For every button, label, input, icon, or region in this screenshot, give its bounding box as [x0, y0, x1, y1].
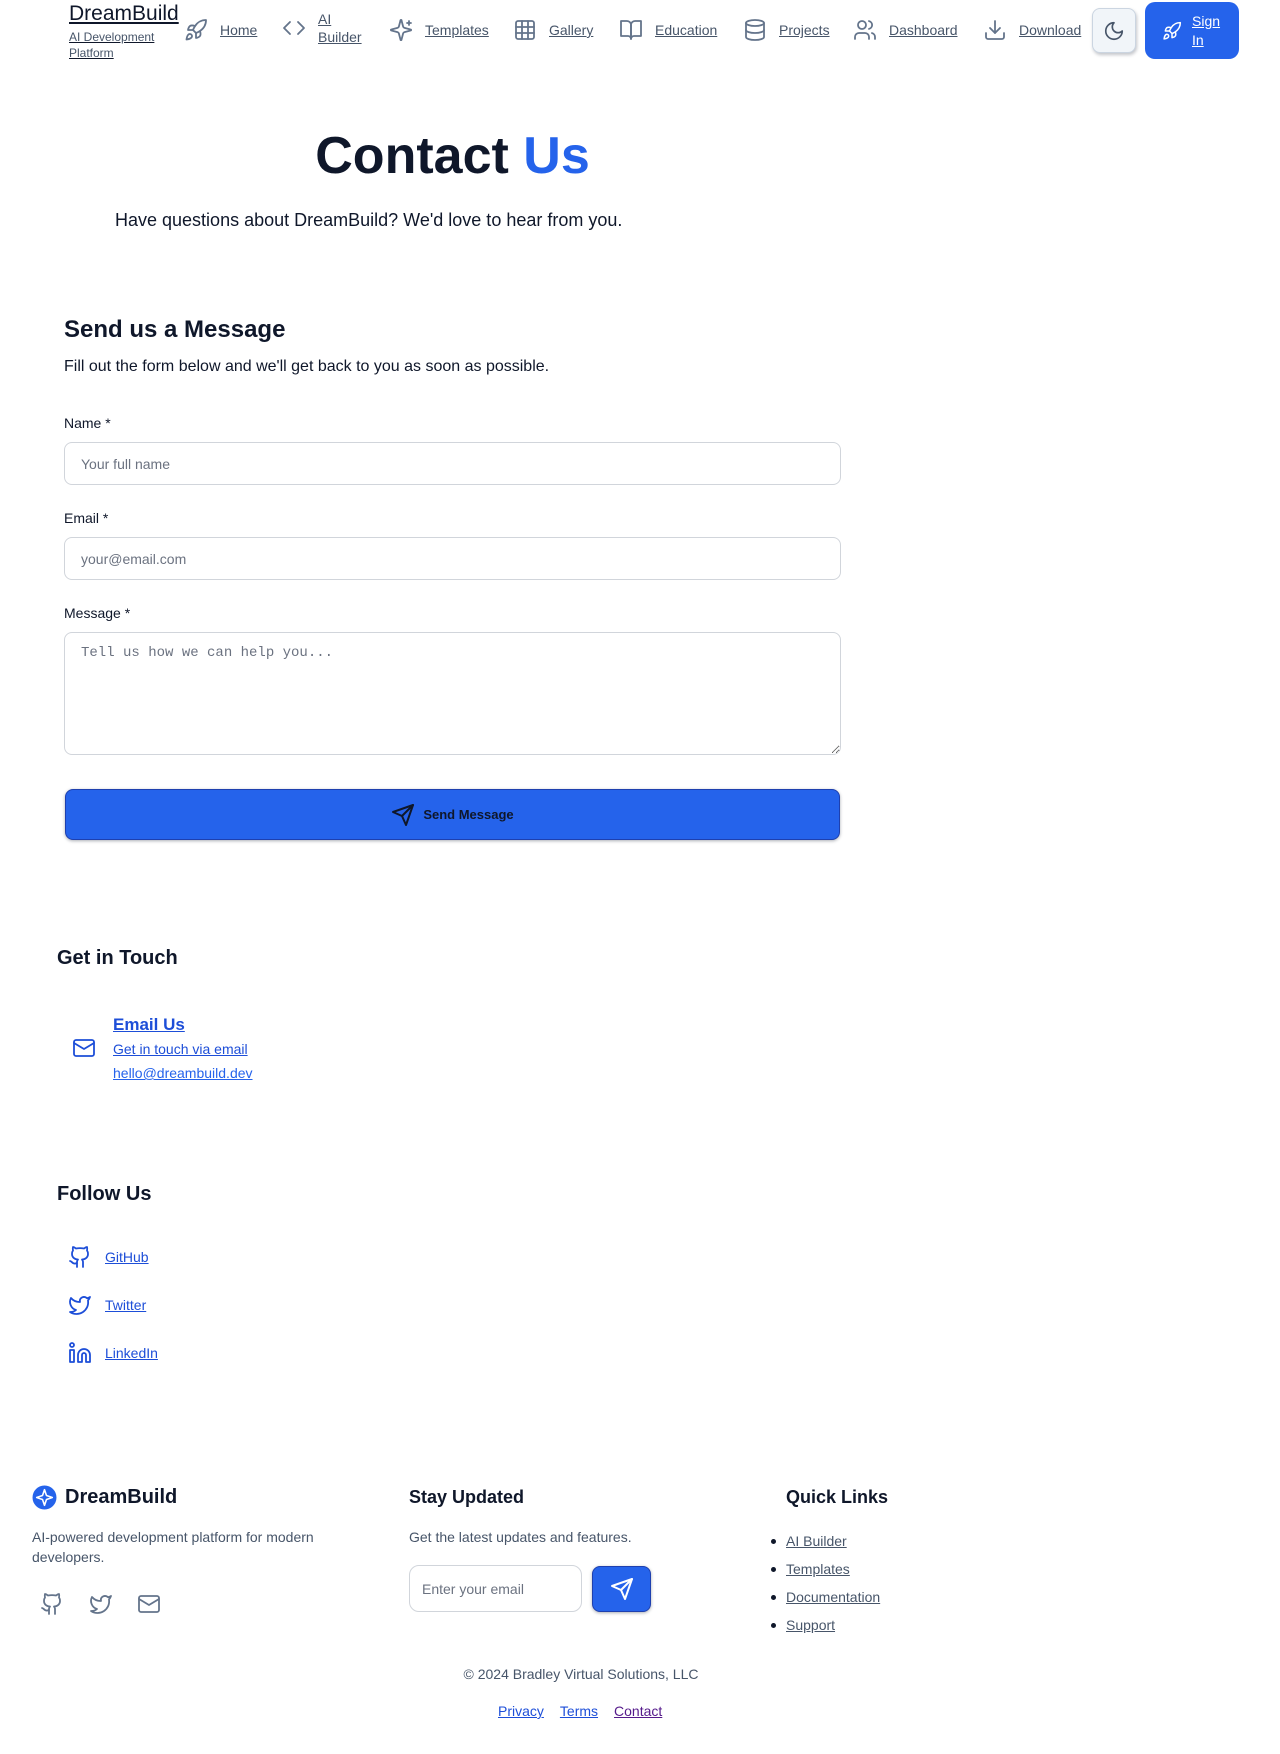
footer-twitter-link[interactable] [89, 1592, 113, 1616]
book-open-icon [619, 18, 643, 42]
contact-link[interactable]: Contact [614, 1703, 662, 1719]
message-textarea[interactable] [64, 632, 841, 755]
page-subtitle: Have questions about DreamBuild? We'd lo… [115, 210, 623, 230]
newsletter-title: Stay Updated [409, 1487, 525, 1507]
email-input[interactable] [64, 537, 841, 580]
nav-templates-label: Templates [425, 22, 489, 38]
send-message-label: Send Message [423, 807, 514, 822]
sign-in-button[interactable]: Sign In [1145, 2, 1239, 59]
follow-us-title: Follow Us [57, 1183, 152, 1205]
quick-link-ai-builder[interactable]: AI Builder [786, 1533, 847, 1549]
nav-download[interactable]: Download [983, 18, 1081, 42]
twitter-link[interactable]: Twitter [68, 1293, 146, 1317]
github-link[interactable]: GitHub [68, 1245, 149, 1269]
list-item: Support [770, 1611, 880, 1639]
page-title: Contact Us [0, 123, 905, 189]
contact-email-link[interactable]: hello@dreambuild.dev [113, 1065, 253, 1081]
github-icon [40, 1592, 64, 1616]
email-us-description[interactable]: Get in touch via email [113, 1041, 248, 1057]
copyright-text: © 2024 Bradley Virtual Solutions, LLC [463, 1666, 699, 1682]
send-icon [391, 803, 415, 827]
rocket-icon [184, 18, 208, 42]
grid-icon [513, 18, 537, 42]
quick-links-title: Quick Links [786, 1487, 889, 1507]
footer-github-link[interactable] [40, 1592, 64, 1616]
brand-logo-icon [32, 1485, 57, 1510]
form-description: Fill out the form below and we'll get ba… [64, 358, 550, 375]
brand-name: DreamBuild [69, 2, 179, 25]
list-item: AI Builder [770, 1527, 880, 1555]
nav-gallery[interactable]: Gallery [513, 18, 593, 42]
nav-dashboard-label: Dashboard [889, 22, 958, 38]
linkedin-label: LinkedIn [105, 1345, 158, 1361]
twitter-label: Twitter [105, 1297, 147, 1313]
get-in-touch-title: Get in Touch [57, 947, 178, 969]
users-icon [853, 18, 877, 42]
nav-ai-builder-label: AI Builder [318, 11, 362, 45]
terms-link[interactable]: Terms [560, 1703, 598, 1719]
moon-icon [1103, 20, 1125, 42]
twitter-icon [68, 1293, 92, 1317]
nav-education[interactable]: Education [619, 18, 717, 42]
send-icon [610, 1577, 634, 1601]
page-title-main: Contact [315, 127, 509, 185]
brand-link[interactable]: DreamBuild AI Development Platform [69, 2, 179, 61]
name-input[interactable] [64, 442, 841, 485]
linkedin-link[interactable]: LinkedIn [68, 1341, 158, 1365]
form-title: Send us a Message [64, 316, 286, 343]
quick-link-support[interactable]: Support [786, 1617, 835, 1633]
quick-link-templates[interactable]: Templates [786, 1561, 850, 1577]
nav-templates[interactable]: Templates [389, 18, 489, 42]
nav-download-label: Download [1019, 22, 1082, 38]
nav-ai-builder[interactable]: AI Builder [282, 10, 364, 46]
quick-links-list: AI Builder Templates Documentation Suppo… [770, 1527, 880, 1639]
nav-projects-label: Projects [779, 22, 830, 38]
footer-brand-name: DreamBuild [65, 1486, 178, 1508]
newsletter-submit-button[interactable] [592, 1566, 651, 1612]
footer-description: AI-powered development platform for mode… [32, 1529, 314, 1565]
code-icon [282, 16, 306, 40]
theme-toggle-button[interactable] [1092, 8, 1136, 53]
quick-link-documentation[interactable]: Documentation [786, 1589, 880, 1605]
linkedin-icon [68, 1341, 92, 1365]
nav-home[interactable]: Home [184, 18, 257, 42]
github-icon [68, 1245, 92, 1269]
nav-education-label: Education [655, 22, 718, 38]
newsletter-email-input[interactable] [409, 1565, 582, 1612]
page-title-accent: Us [523, 127, 590, 185]
send-message-button[interactable]: Send Message [65, 789, 840, 840]
download-icon [983, 18, 1007, 42]
nav-projects[interactable]: Projects [743, 18, 830, 42]
footer-mail-link[interactable] [137, 1592, 161, 1616]
database-icon [743, 18, 767, 42]
brand-tagline: AI Development Platform [69, 30, 155, 60]
github-label: GitHub [105, 1249, 149, 1265]
message-label: Message * [64, 605, 131, 621]
newsletter-description: Get the latest updates and features. [409, 1529, 632, 1545]
email-us-link[interactable]: Email Us [113, 1015, 185, 1035]
sign-in-label: Sign In [1192, 12, 1221, 48]
list-item: Documentation [770, 1583, 880, 1611]
twitter-icon [89, 1592, 113, 1616]
rocket-icon [1162, 21, 1182, 41]
name-label: Name * [64, 415, 111, 431]
mail-icon [72, 1036, 96, 1060]
nav-home-label: Home [220, 22, 258, 38]
nav-gallery-label: Gallery [549, 22, 594, 38]
privacy-link[interactable]: Privacy [498, 1703, 544, 1719]
sparkles-icon [389, 18, 413, 42]
legal-links: Privacy Terms Contact [498, 1703, 662, 1719]
mail-icon [137, 1592, 161, 1616]
nav-dashboard[interactable]: Dashboard [853, 18, 958, 42]
list-item: Templates [770, 1555, 880, 1583]
email-label: Email * [64, 510, 109, 526]
